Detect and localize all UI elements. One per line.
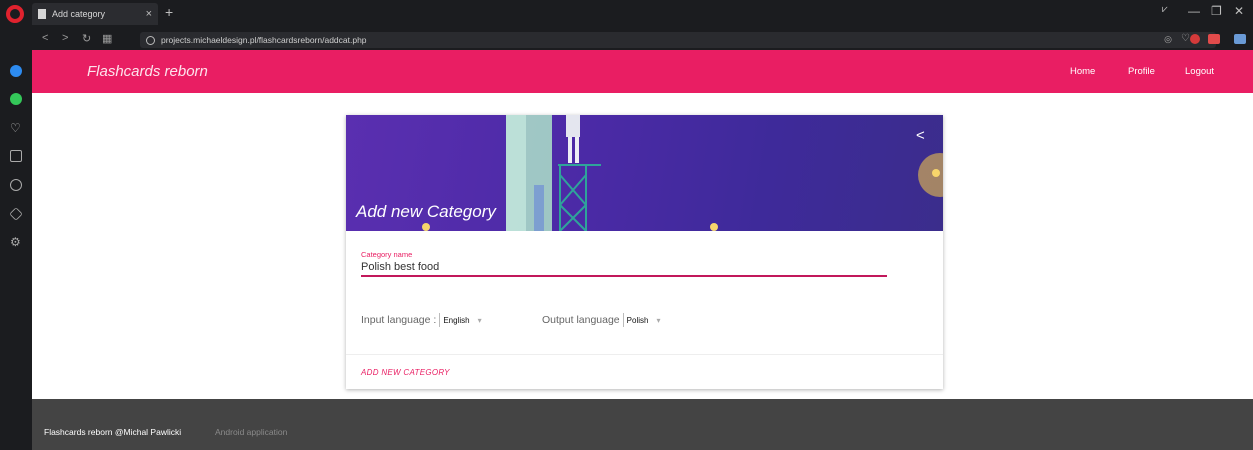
chevron-down-icon: ▾ (477, 315, 482, 325)
page-icon (38, 9, 46, 19)
brand-title[interactable]: Flashcards reborn (87, 63, 208, 80)
input-language-label: Input language : (361, 314, 437, 326)
globe-icon (146, 35, 155, 45)
card-title: Add new Category (356, 202, 496, 221)
output-language-value: Polish (626, 315, 649, 325)
screen: Add category × + ⩗ — ❐ ✕ < > ↻ ▦ project… (0, 0, 1253, 450)
nav-home-link[interactable]: Home (1070, 66, 1095, 77)
input-language-select[interactable]: English ▾ (439, 313, 482, 327)
share-icon[interactable]: < (916, 127, 925, 144)
browser-sidebar: ♡ ⚙ (0, 50, 32, 450)
nav-logout-link[interactable]: Logout (1185, 66, 1214, 77)
card-actions: ADD NEW CATEGORY (346, 354, 943, 389)
add-category-card: < Add new Category Category name Input l… (346, 115, 943, 389)
speed-dial-icon[interactable]: ▦ (102, 32, 112, 45)
maximize-icon[interactable]: ❐ (1211, 4, 1222, 18)
web-page: Flashcards reborn Home Profile Logout < … (32, 50, 1253, 450)
extension-icon[interactable] (1208, 34, 1220, 44)
adblock-extension-icon[interactable] (1190, 34, 1200, 44)
vpn-icon[interactable]: ◎ (1164, 34, 1172, 45)
input-language-row: Input language : English ▾ (361, 313, 482, 327)
tab-title: Add category (52, 9, 106, 19)
footer-credits: Flashcards reborn @Michal Pawlicki (44, 427, 182, 437)
opera-logo-icon[interactable] (6, 5, 24, 23)
nav-profile-link[interactable]: Profile (1128, 66, 1155, 77)
extensions-icon[interactable] (9, 207, 23, 221)
minimize-icon[interactable]: — (1188, 4, 1200, 18)
browser-tabbar: Add category × + ⩗ — ❐ ✕ (0, 0, 1253, 30)
category-name-input[interactable] (361, 259, 887, 277)
output-language-select[interactable]: Polish ▾ (622, 313, 661, 327)
page-footer: Flashcards reborn @Michal Pawlicki Andro… (32, 399, 1253, 450)
new-tab-icon[interactable]: + (165, 4, 173, 20)
browser-tab[interactable]: Add category × (32, 3, 158, 25)
url-input[interactable]: projects.michaeldesign.pl/flashcardsrebo… (140, 32, 1216, 48)
card-hero-image: < Add new Category (346, 115, 943, 231)
url-text: projects.michaeldesign.pl/flashcardsrebo… (161, 35, 367, 45)
snapshot-icon[interactable] (10, 150, 22, 162)
whatsapp-icon[interactable] (10, 93, 22, 105)
settings-gear-icon[interactable]: ⚙ (10, 236, 22, 248)
tab-close-icon[interactable]: × (146, 8, 152, 20)
footer-android-link[interactable]: Android application (215, 427, 287, 437)
output-language-label: Output language (542, 314, 620, 326)
address-bar: < > ↻ ▦ projects.michaeldesign.pl/flashc… (32, 30, 1253, 50)
close-window-icon[interactable]: ✕ (1234, 4, 1244, 18)
history-icon[interactable] (10, 179, 22, 191)
back-icon[interactable]: < (42, 32, 48, 44)
app-bar: Flashcards reborn Home Profile Logout (32, 50, 1253, 93)
menu-icon[interactable]: ⩗ (1162, 4, 1168, 15)
add-new-category-button[interactable]: ADD NEW CATEGORY (361, 368, 450, 377)
battery-icon[interactable] (1234, 34, 1246, 44)
heart-icon[interactable]: ♡ (10, 122, 22, 134)
category-name-label: Category name (361, 250, 413, 259)
heart-icon[interactable]: ♡ (1181, 33, 1190, 44)
forward-icon[interactable]: > (62, 32, 68, 44)
chevron-down-icon: ▾ (656, 315, 661, 325)
input-language-value: English (443, 315, 470, 325)
reload-icon[interactable]: ↻ (82, 32, 91, 45)
output-language-row: Output language Polish ▾ (542, 313, 660, 327)
messenger-icon[interactable] (10, 65, 22, 77)
